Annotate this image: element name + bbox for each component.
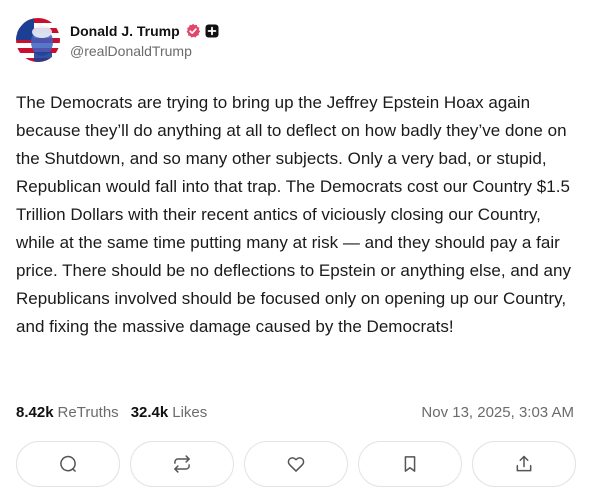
verified-badge-icon: [185, 23, 201, 39]
avatar[interactable]: [16, 18, 60, 62]
user-handle[interactable]: @realDonaldTrump: [70, 43, 219, 59]
likes-stat[interactable]: 32.4k Likes: [131, 404, 208, 421]
author-info: Donald J. Trump @realDonaldTrump: [70, 22, 219, 59]
reply-button[interactable]: [16, 441, 120, 487]
like-button[interactable]: [244, 441, 348, 487]
likes-count: 32.4k: [130, 404, 169, 421]
share-icon: [516, 455, 532, 472]
name-row: Donald J. Trump: [70, 22, 219, 40]
post-text: The Democrats are trying to bring up the…: [16, 93, 571, 336]
retruths-stat[interactable]: 8.42k ReTruths: [16, 404, 119, 421]
reply-icon: [60, 455, 76, 472]
retruths-count: 8.42k: [16, 404, 54, 421]
post-timestamp[interactable]: Nov 13, 2025, 3:03 AM: [421, 404, 574, 421]
retruth-icon: [174, 455, 190, 473]
post-card: Donald J. Trump @realDonaldTrump The Dem…: [0, 0, 595, 497]
post-header: Donald J. Trump @realDonaldTrump: [16, 18, 219, 64]
retruth-button[interactable]: [130, 441, 234, 487]
bookmark-button[interactable]: [358, 441, 462, 487]
retruths-label: ReTruths: [57, 404, 119, 421]
post-stats: 8.42k ReTruths 32.4k Likes: [16, 404, 219, 421]
flag-portrait-avatar-icon: [16, 18, 60, 62]
share-button[interactable]: [472, 441, 576, 487]
post-meta: 8.42k ReTruths 32.4k Likes Nov 13, 2025,…: [16, 404, 574, 421]
likes-label: Likes: [172, 404, 208, 421]
display-name[interactable]: Donald J. Trump: [70, 23, 180, 39]
like-icon: [287, 457, 305, 472]
plus-badge-icon: [205, 24, 219, 38]
action-bar: [16, 441, 576, 487]
bookmark-icon: [404, 456, 416, 472]
